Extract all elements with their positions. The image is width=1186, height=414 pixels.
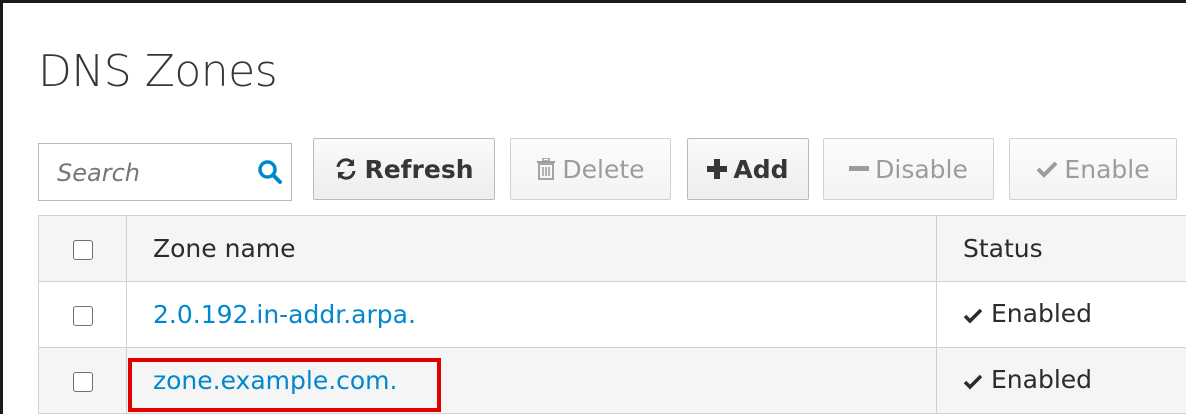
row-checkbox[interactable] — [72, 306, 93, 326]
zone-link[interactable]: 2.0.192.in-addr.arpa. — [153, 300, 416, 329]
add-button-label: Add — [733, 154, 789, 184]
plus-icon — [707, 159, 728, 179]
row-checkbox[interactable] — [72, 372, 93, 392]
search-input[interactable] — [57, 158, 237, 188]
dns-zones-page: DNS Zones Refresh — [0, 0, 1186, 414]
select-all-checkbox[interactable] — [72, 240, 93, 260]
row-select-cell — [38, 281, 127, 348]
check-icon — [1036, 160, 1058, 178]
add-button[interactable]: Add — [687, 138, 809, 200]
trash-icon — [536, 158, 556, 180]
enable-button-label: Enable — [1064, 154, 1150, 184]
minus-icon — [849, 159, 870, 179]
row-select-cell — [38, 347, 127, 414]
enable-button[interactable]: Enable — [1009, 138, 1177, 200]
delete-button[interactable]: Delete — [510, 138, 671, 200]
status-cell: Enabled — [936, 347, 1186, 414]
delete-button-label: Delete — [562, 154, 645, 184]
zone-name-header[interactable]: Zone name — [126, 215, 937, 282]
check-icon — [963, 301, 983, 330]
zone-link[interactable]: zone.example.com. — [153, 366, 397, 395]
refresh-button-label: Refresh — [364, 154, 474, 184]
disable-button[interactable]: Disable — [823, 138, 994, 200]
disable-button-label: Disable — [875, 154, 968, 184]
zone-name-cell: zone.example.com. — [126, 347, 937, 414]
select-all-cell — [38, 215, 127, 282]
refresh-icon — [334, 157, 358, 181]
refresh-button[interactable]: Refresh — [313, 138, 495, 200]
toolbar: Refresh Delete — [0, 0, 1186, 220]
zone-name-cell: 2.0.192.in-addr.arpa. — [126, 281, 937, 348]
status-cell: Enabled — [936, 281, 1186, 348]
table-row: 2.0.192.in-addr.arpa. Enabled — [38, 281, 1186, 348]
search-icon[interactable] — [257, 159, 283, 185]
table-header-row: Zone name Status — [38, 215, 1186, 282]
zones-table: Zone name Status 2.0.192.in-addr.arpa. E… — [38, 215, 1186, 414]
status-text: Enabled — [991, 365, 1093, 394]
table-row: zone.example.com. Enabled — [38, 347, 1186, 414]
check-icon — [963, 367, 983, 396]
status-header[interactable]: Status — [936, 215, 1186, 282]
search-box[interactable] — [38, 143, 292, 201]
status-text: Enabled — [991, 299, 1093, 328]
